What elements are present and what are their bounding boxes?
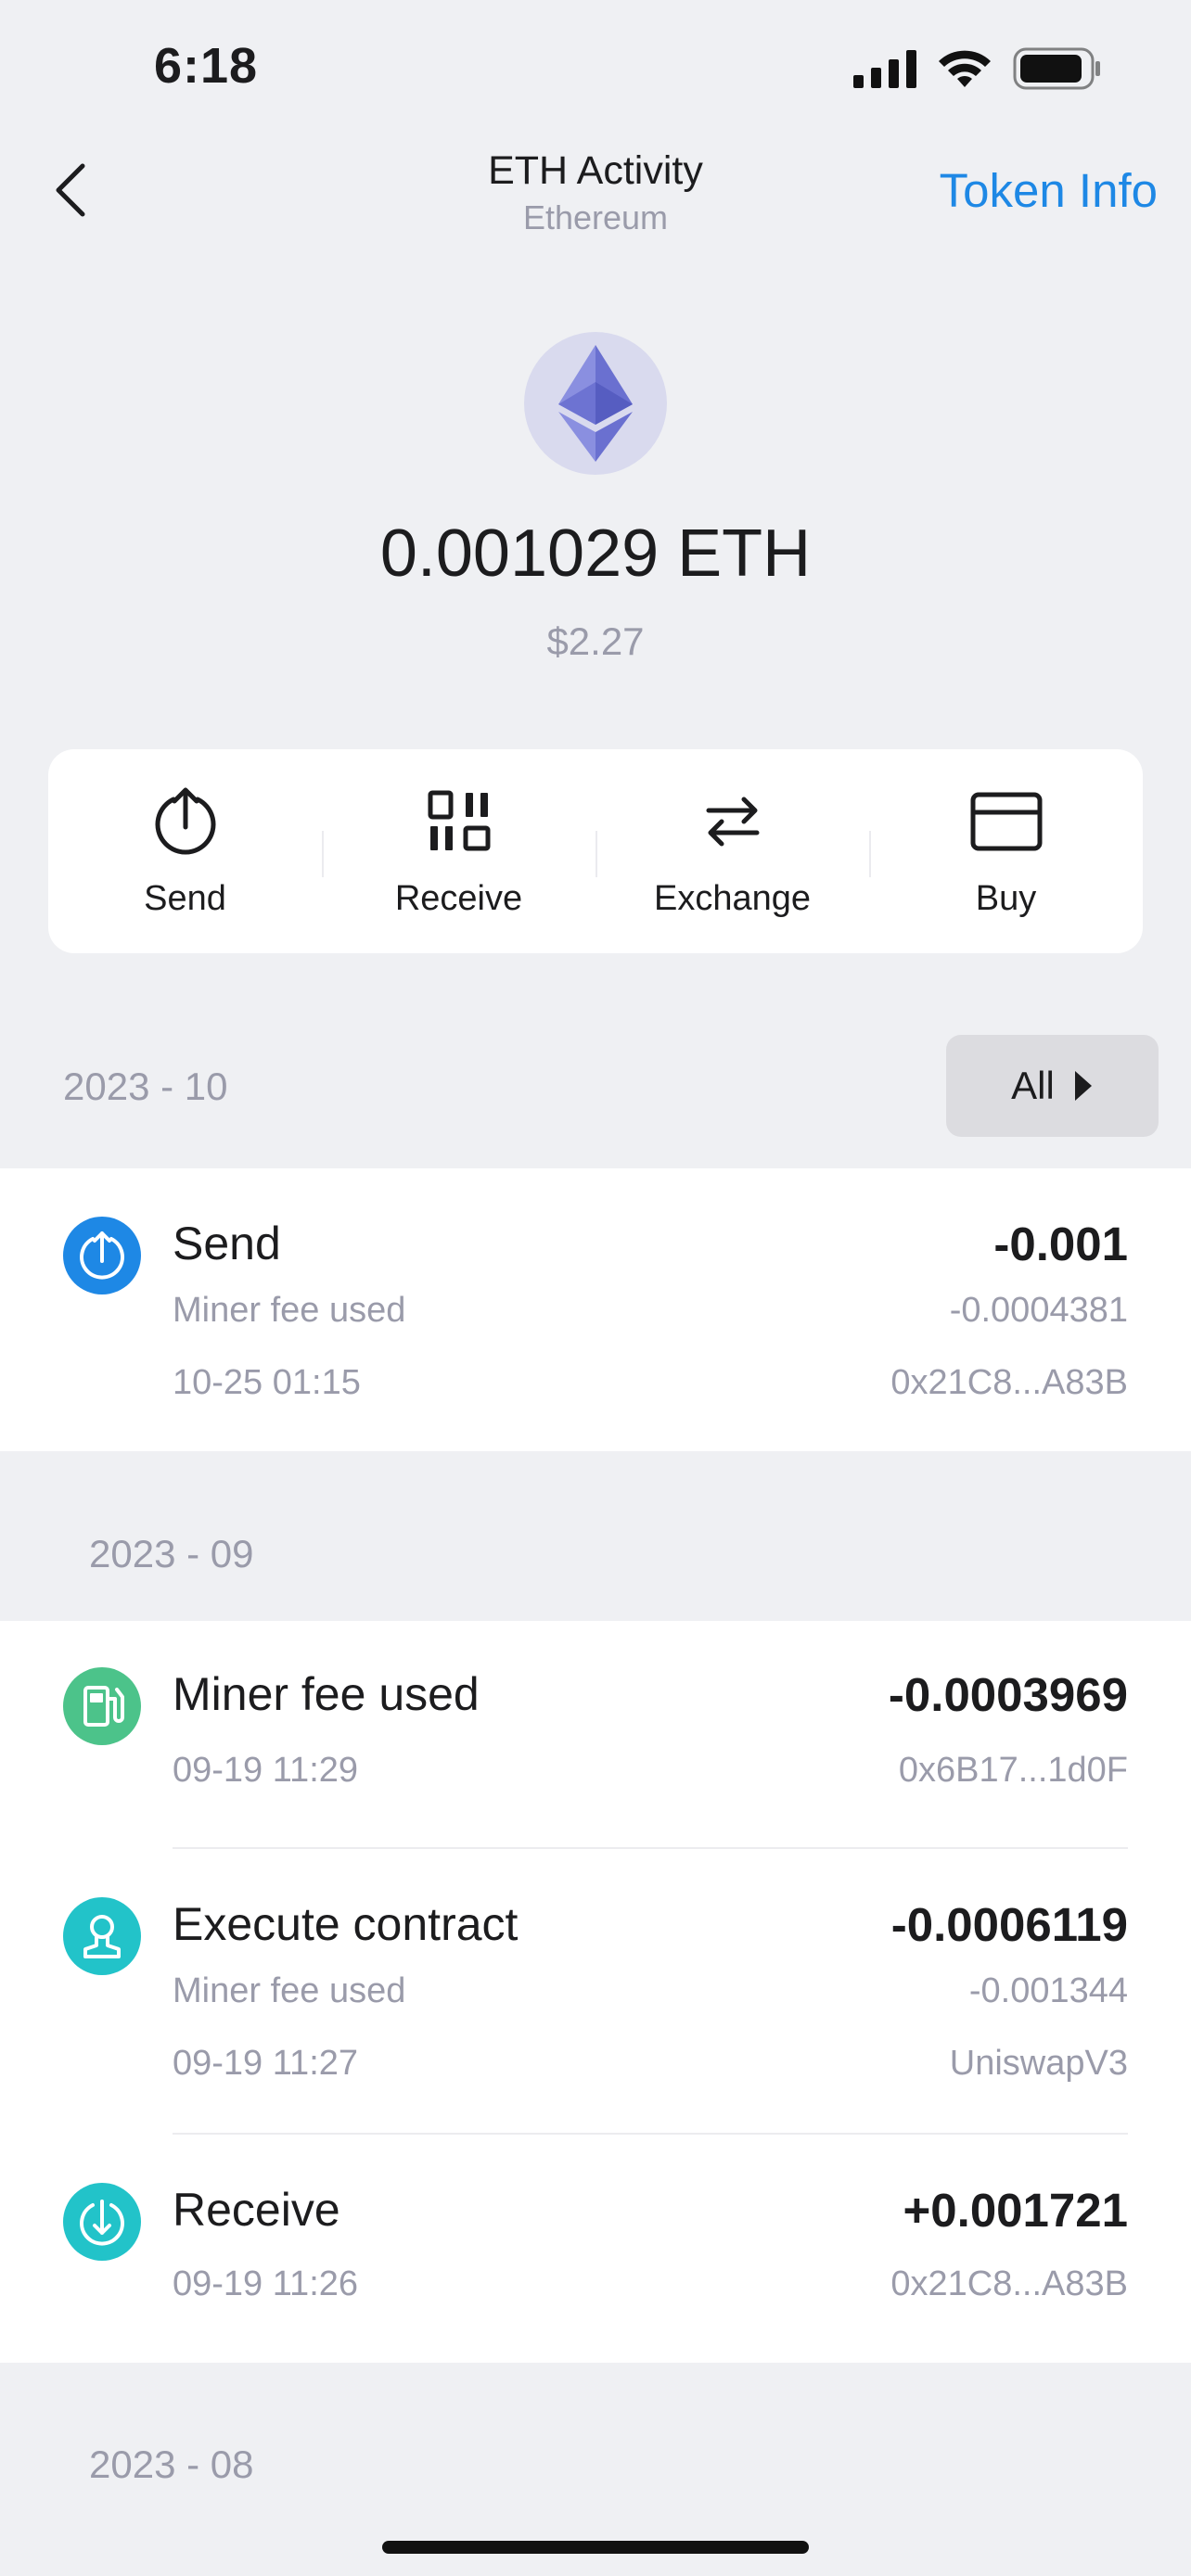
section-header: 2023 - 10 (63, 1065, 228, 1108)
exchange-button[interactable]: Exchange (596, 749, 869, 953)
card-icon (969, 784, 1044, 859)
balance-amount: 0.001029 ETH (379, 516, 812, 591)
receive-button[interactable]: Receive (322, 749, 596, 953)
fuel-icon (63, 1667, 141, 1745)
buy-label: Buy (975, 879, 1037, 918)
tx-subtitle: Miner fee used (173, 1291, 406, 1330)
eth-logo-icon (524, 332, 667, 475)
send-button[interactable]: Send (48, 749, 322, 953)
tx-fee: -0.0004381 (949, 1291, 1128, 1330)
section-header: 2023 - 08 (89, 2442, 254, 2486)
exchange-icon (696, 784, 770, 859)
send-icon (63, 1217, 141, 1294)
tx-title: Receive (173, 2184, 340, 2236)
tx-time: 10-25 01:15 (173, 1363, 361, 1402)
token-info-link[interactable]: Token Info (940, 163, 1158, 218)
wifi-icon (937, 48, 992, 94)
filter-label: All (1011, 1064, 1055, 1107)
status-icons (853, 43, 1102, 98)
receive-label: Receive (394, 879, 523, 918)
transaction-card: Send Miner fee used 10-25 01:15 -0.001 -… (0, 1168, 1191, 1451)
tx-time: 09-19 11:27 (173, 2044, 359, 2083)
transaction-card: Miner fee used 09-19 11:29 -0.0003969 0x… (0, 1621, 1191, 2363)
home-indicator[interactable] (382, 2541, 809, 2554)
qr-icon (422, 784, 496, 859)
tx-title: Send (173, 1218, 281, 1269)
signal-icon (853, 49, 916, 93)
send-icon (148, 784, 223, 859)
tx-subtitle: Miner fee used (173, 1971, 406, 2010)
tx-fee: -0.001344 (968, 1971, 1128, 2010)
tx-address: 0x21C8...A83B (890, 1363, 1128, 1402)
tx-address: UniswapV3 (949, 2044, 1128, 2083)
status-time: 6:18 (154, 38, 259, 94)
tx-address: 0x6B17...1d0F (898, 1751, 1128, 1790)
tx-title: Miner fee used (173, 1668, 480, 1720)
tx-amount: -0.0006119 (890, 1898, 1128, 1951)
row-divider (173, 2133, 1128, 2135)
balance-fiat: $2.27 (546, 619, 645, 663)
row-divider (173, 1847, 1128, 1849)
contract-icon (63, 1897, 141, 1975)
tx-amount: -0.0003969 (888, 1668, 1128, 1721)
caret-right-icon (1074, 1071, 1092, 1101)
send-label: Send (144, 879, 226, 918)
action-bar: Send Receive Exchange Buy (48, 749, 1143, 953)
exchange-label: Exchange (653, 879, 811, 918)
tx-amount: -0.001 (993, 1218, 1128, 1270)
tx-address: 0x21C8...A83B (890, 2264, 1128, 2303)
tx-time: 09-19 11:26 (173, 2264, 359, 2303)
buy-button[interactable]: Buy (869, 749, 1143, 953)
tx-amount: +0.001721 (903, 2184, 1129, 2237)
tx-time: 09-19 11:29 (173, 1751, 359, 1790)
receive-icon (63, 2183, 141, 2261)
battery-icon (1013, 47, 1102, 95)
tx-title: Execute contract (173, 1898, 519, 1950)
filter-all-button[interactable]: All (946, 1035, 1159, 1137)
section-header: 2023 - 09 (89, 1532, 254, 1575)
